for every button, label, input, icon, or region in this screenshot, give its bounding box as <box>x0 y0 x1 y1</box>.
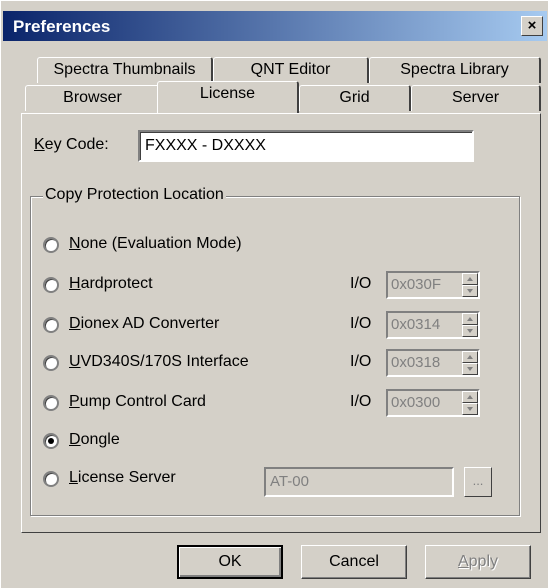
spin-down-button <box>462 325 478 337</box>
tab-browser[interactable]: Browser <box>25 85 161 111</box>
io-spinner-pump: 0x0300 <box>386 389 480 417</box>
radio-button[interactable] <box>43 471 59 487</box>
radio-button[interactable] <box>43 355 59 371</box>
preferences-dialog: Preferences × Spectra Thumbnails QNT Edi… <box>0 0 548 588</box>
license-panel: Key Code: FXXXX - DXXXX Copy Protection … <box>21 113 541 533</box>
group-title: Copy Protection Location <box>43 186 226 204</box>
browse-button: ... <box>464 467 492 497</box>
cancel-button[interactable]: Cancel <box>301 545 407 579</box>
io-label: I/O <box>350 393 372 410</box>
io-label: I/O <box>350 275 372 292</box>
io-label: I/O <box>350 353 372 370</box>
tab-spectra-library[interactable]: Spectra Library <box>369 57 541 83</box>
radio-button[interactable] <box>43 395 59 411</box>
io-spinner-uvd: 0x0318 <box>386 349 480 377</box>
tab-server[interactable]: Server <box>411 85 541 111</box>
spin-up-button <box>462 273 478 285</box>
spin-up-button <box>462 313 478 325</box>
tab-license[interactable]: License <box>157 81 299 113</box>
key-code-label: Key Code: <box>34 136 109 153</box>
io-spinner-hardprotect: 0x030F <box>386 271 480 299</box>
title-bar: Preferences × <box>3 11 547 41</box>
radio-button-selected[interactable] <box>43 433 59 449</box>
radio-button[interactable] <box>43 277 59 293</box>
spin-down-button <box>462 403 478 415</box>
io-label: I/O <box>350 315 372 332</box>
close-button[interactable]: × <box>521 16 543 36</box>
tab-spectra-thumbnails[interactable]: Spectra Thumbnails <box>37 57 213 83</box>
window-title: Preferences <box>13 17 111 36</box>
tab-grid[interactable]: Grid <box>299 85 411 111</box>
spin-up-button <box>462 351 478 363</box>
copy-protection-group: Copy Protection Location None (Evaluatio… <box>30 186 520 516</box>
spin-down-button <box>462 285 478 297</box>
radio-button[interactable] <box>43 237 59 253</box>
spin-up-button <box>462 391 478 403</box>
spin-down-button <box>462 363 478 375</box>
io-spinner-dionex: 0x0314 <box>386 311 480 339</box>
license-server-field: AT-00 <box>264 467 454 497</box>
tab-qnt-editor[interactable]: QNT Editor <box>213 57 369 83</box>
radio-button[interactable] <box>43 317 59 333</box>
ok-button[interactable]: OK <box>177 545 283 579</box>
key-code-input[interactable]: FXXXX - DXXXX <box>138 130 474 162</box>
apply-button: Apply <box>425 545 531 579</box>
